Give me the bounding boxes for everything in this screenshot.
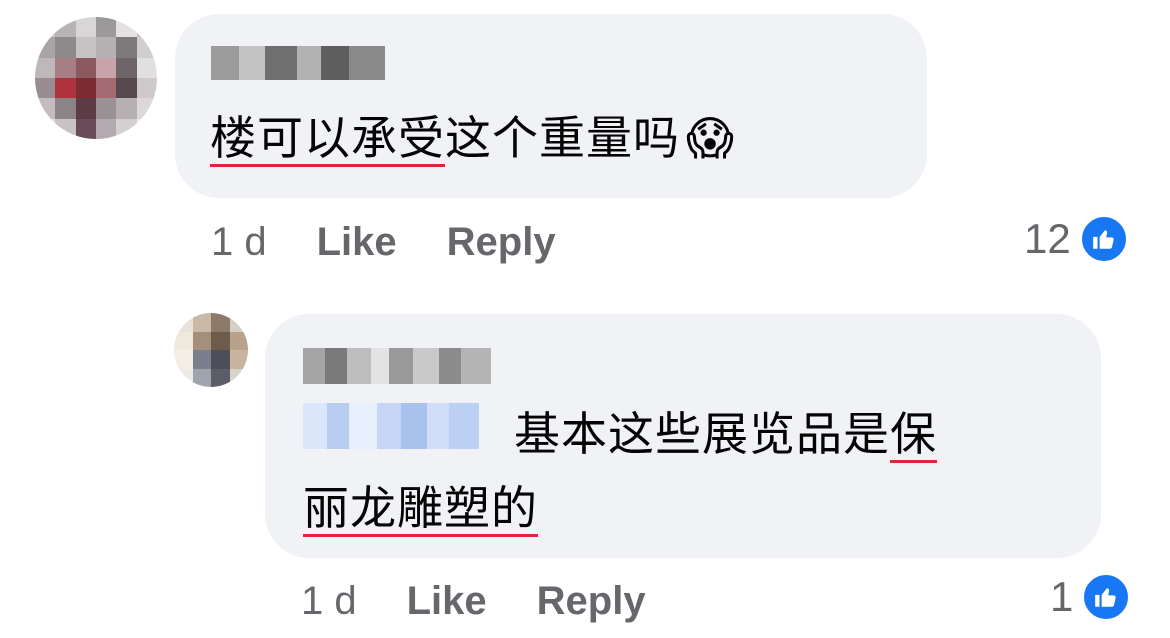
timestamp[interactable]: 1 d: [301, 579, 357, 623]
comment-bubble: [175, 14, 927, 198]
thumbs-up-icon: [1081, 572, 1132, 622]
reply-text-underlined: 保: [890, 407, 937, 461]
comment-actions: 1 d Like Reply: [211, 220, 606, 265]
reply-button[interactable]: Reply: [447, 220, 556, 264]
timestamp[interactable]: 1 d: [211, 220, 267, 264]
reply-text-part: 基本这些展览品是: [514, 407, 890, 461]
author-name[interactable]: [211, 46, 385, 80]
reply-text-underlined: 丽龙雕塑的: [303, 481, 538, 535]
avatar[interactable]: [174, 313, 248, 387]
reaction-summary[interactable]: 12: [1024, 214, 1129, 264]
like-button[interactable]: Like: [407, 579, 487, 623]
reaction-count: 1: [1050, 573, 1074, 620]
reply-text-line-1: 基本这些展览品是保: [514, 404, 937, 464]
comment-text-underlined: 楼可以承受: [210, 111, 445, 165]
reply-button[interactable]: Reply: [537, 579, 646, 623]
like-button[interactable]: Like: [317, 220, 397, 264]
comment-text-rest: 这个重量吗: [445, 111, 680, 165]
mention-tag[interactable]: [303, 403, 479, 449]
comment-text: 楼可以承受这个重量吗 😱: [210, 108, 735, 168]
reaction-summary[interactable]: 1: [1050, 572, 1132, 622]
reaction-count: 12: [1024, 215, 1071, 262]
thumbs-up-icon: [1078, 214, 1129, 264]
author-name[interactable]: [303, 348, 491, 384]
reply-actions: 1 d Like Reply: [301, 579, 696, 624]
avatar[interactable]: [35, 17, 157, 139]
scream-emoji-icon: 😱: [686, 111, 735, 165]
reply-text-line-2: 丽龙雕塑的: [303, 478, 538, 538]
